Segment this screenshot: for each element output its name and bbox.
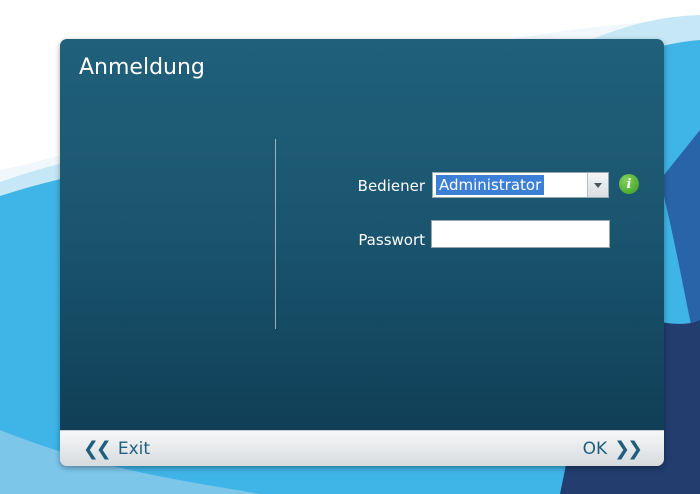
exit-button-label: Exit (117, 439, 151, 459)
password-label: Passwort (358, 231, 425, 249)
info-icon[interactable]: i (619, 174, 639, 194)
double-chevron-left-icon: ❮❮ (83, 438, 112, 460)
dialog-body: Anmeldung Bediener Administrator i Passw… (60, 39, 664, 430)
dialog-footer: ❮❮ Exit OK ❯❯ (60, 430, 664, 466)
ok-button[interactable]: OK ❯❯ (582, 438, 643, 460)
operator-select-value: Administrator (436, 175, 545, 195)
exit-button[interactable]: ❮❮ Exit (83, 438, 151, 460)
login-dialog: Anmeldung Bediener Administrator i Passw… (60, 39, 664, 466)
operator-select[interactable]: Administrator (432, 172, 609, 198)
operator-label: Bediener (357, 177, 425, 195)
dialog-title: Anmeldung (79, 55, 205, 80)
ok-button-label: OK (582, 439, 608, 459)
caret-down-icon[interactable] (587, 173, 608, 197)
double-chevron-right-icon: ❯❯ (614, 438, 643, 460)
password-input[interactable] (431, 220, 610, 248)
vertical-divider (275, 139, 276, 329)
